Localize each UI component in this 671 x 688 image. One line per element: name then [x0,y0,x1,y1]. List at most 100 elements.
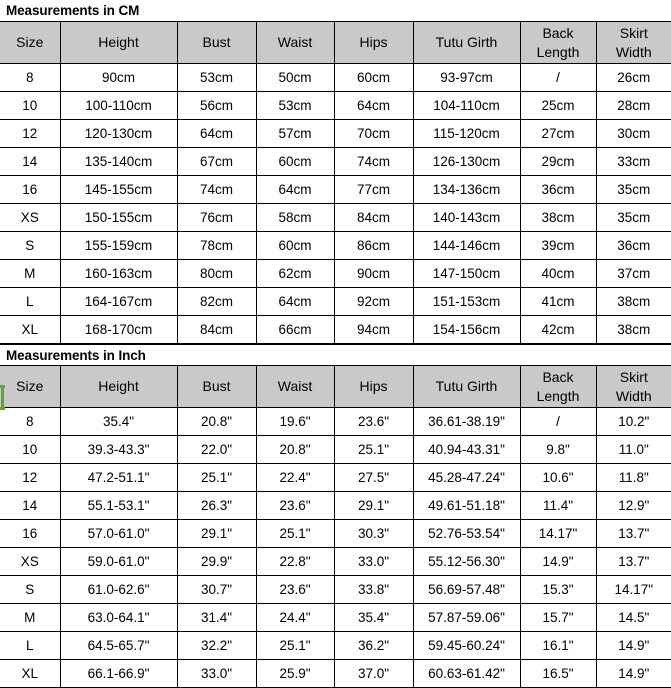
cell-size: 12 [0,119,61,148]
cell-skirt-width: 37cm [595,259,671,288]
cell-bust: 25.1" [176,463,257,492]
cell-waist: 53cm [255,91,335,120]
cell-back-length: / [519,63,597,92]
cell-waist: 64cm [255,287,335,316]
cell-skirt-width: 14.9" [595,631,671,660]
table-row: 16 145-155cm 74cm 64cm 77cm 134-136cm 36… [0,175,671,204]
cell-bust: 76cm [176,203,257,232]
cell-skirt-width: 26cm [595,63,671,92]
cell-bust: 67cm [176,147,257,176]
cell-skirt-width: 38cm [595,287,671,316]
table-row: 16 57.0-61.0" 29.1" 25.1" 30.3" 52.76-53… [0,519,671,548]
cell-back-length: 38cm [519,203,597,232]
cell-back-length: 15.3" [519,575,597,604]
cell-skirt-width: 33cm [595,147,671,176]
cell-height: 135-140cm [59,147,178,176]
cell-hips: 90cm [333,259,414,288]
column-header-size: Size [0,366,61,408]
cell-size: 10 [0,91,61,120]
cell-waist: 25.1" [255,631,335,660]
cell-size: 14 [0,491,61,520]
cell-waist: 58cm [255,203,335,232]
cell-bust: 32.2" [176,631,257,660]
cell-size: 16 [0,519,61,548]
cell-tutu-girth: 147-150cm [412,259,521,288]
cell-waist: 25.1" [255,519,335,548]
cell-waist: 24.4" [255,603,335,632]
cell-hips: 23.6" [333,407,414,436]
column-header-waist: Waist [255,22,335,64]
size-chart-sheet: Measurements in CM Size Height Bust Wais… [0,0,671,688]
size-table-inch: Size Height Bust Waist Hips Tutu Girth B… [0,366,671,688]
cell-skirt-width: 35cm [595,175,671,204]
cell-size: M [0,603,61,632]
table-row: 14 55.1-53.1" 26.3" 23.6" 29.1" 49.61-51… [0,491,671,520]
cell-back-length: 16.1" [519,631,597,660]
cell-height: 59.0-61.0" [59,547,178,576]
cell-waist: 57cm [255,119,335,148]
cell-back-length: 16.5" [519,659,597,688]
cell-skirt-width: 14.9" [595,659,671,688]
table-row: 12 120-130cm 64cm 57cm 70cm 115-120cm 27… [0,119,671,148]
cell-tutu-girth: 115-120cm [412,119,521,148]
cell-tutu-girth: 151-153cm [412,287,521,316]
cell-skirt-width: 28cm [595,91,671,120]
cell-back-length: 25cm [519,91,597,120]
table-row: 10 100-110cm 56cm 53cm 64cm 104-110cm 25… [0,91,671,120]
cell-hips: 35.4" [333,603,414,632]
cell-waist: 50cm [255,63,335,92]
cell-hips: 33.0" [333,547,414,576]
column-header-bust: Bust [176,366,257,408]
cell-size: XL [0,315,61,344]
size-table-cm: Size Height Bust Waist Hips Tutu Girth B… [0,22,671,344]
column-header-height: Height [59,22,178,64]
cell-skirt-width: 30cm [595,119,671,148]
table-row: XL 66.1-66.9" 33.0" 25.9" 37.0" 60.63-61… [0,659,671,688]
cell-hips: 60cm [333,63,414,92]
cell-bust: 29.9" [176,547,257,576]
cell-hips: 25.1" [333,435,414,464]
cell-bust: 30.7" [176,575,257,604]
column-header-hips: Hips [333,366,414,408]
cell-back-length: 11.4" [519,491,597,520]
cell-hips: 92cm [333,287,414,316]
cell-size: 10 [0,435,61,464]
cell-tutu-girth: 49.61-51.18" [412,491,521,520]
column-header-tutu-girth: Tutu Girth [412,366,521,408]
cell-size: XL [0,659,61,688]
cell-back-length: 41cm [519,287,597,316]
cell-hips: 64cm [333,91,414,120]
cell-skirt-width: 10.2" [595,407,671,436]
cell-skirt-width: 38cm [595,315,671,344]
cell-bust: 78cm [176,231,257,260]
table-row: M 160-163cm 80cm 62cm 90cm 147-150cm 40c… [0,259,671,288]
cell-bust: 22.0" [176,435,257,464]
cell-waist: 20.8" [255,435,335,464]
cell-waist: 60cm [255,147,335,176]
cell-bust: 56cm [176,91,257,120]
cell-bust: 31.4" [176,603,257,632]
cell-tutu-girth: 134-136cm [412,175,521,204]
cell-bust: 80cm [176,259,257,288]
cell-tutu-girth: 56.69-57.48" [412,575,521,604]
table-body-cm: 8 90cm 53cm 50cm 60cm 93-97cm / 26cm 10 … [0,63,671,344]
cell-tutu-girth: 104-110cm [412,91,521,120]
cell-hips: 77cm [333,175,414,204]
table-row: 8 90cm 53cm 50cm 60cm 93-97cm / 26cm [0,63,671,92]
cell-selection-marker [0,385,5,410]
cell-skirt-width: 14.17" [595,575,671,604]
cell-back-length: 36cm [519,175,597,204]
cell-bust: 26.3" [176,491,257,520]
cell-height: 164-167cm [59,287,178,316]
column-header-back-length: Back Length [519,366,597,408]
cell-back-length: 29cm [519,147,597,176]
cell-bust: 20.8" [176,407,257,436]
cell-hips: 29.1" [333,491,414,520]
column-header-skirt-width: Skirt Width [595,22,671,64]
cell-height: 63.0-64.1" [59,603,178,632]
cell-bust: 29.1" [176,519,257,548]
cell-bust: 53cm [176,63,257,92]
cell-size: 16 [0,175,61,204]
table-row: 8 35.4" 20.8" 19.6" 23.6" 36.61-38.19" /… [0,407,671,436]
cell-skirt-width: 35cm [595,203,671,232]
